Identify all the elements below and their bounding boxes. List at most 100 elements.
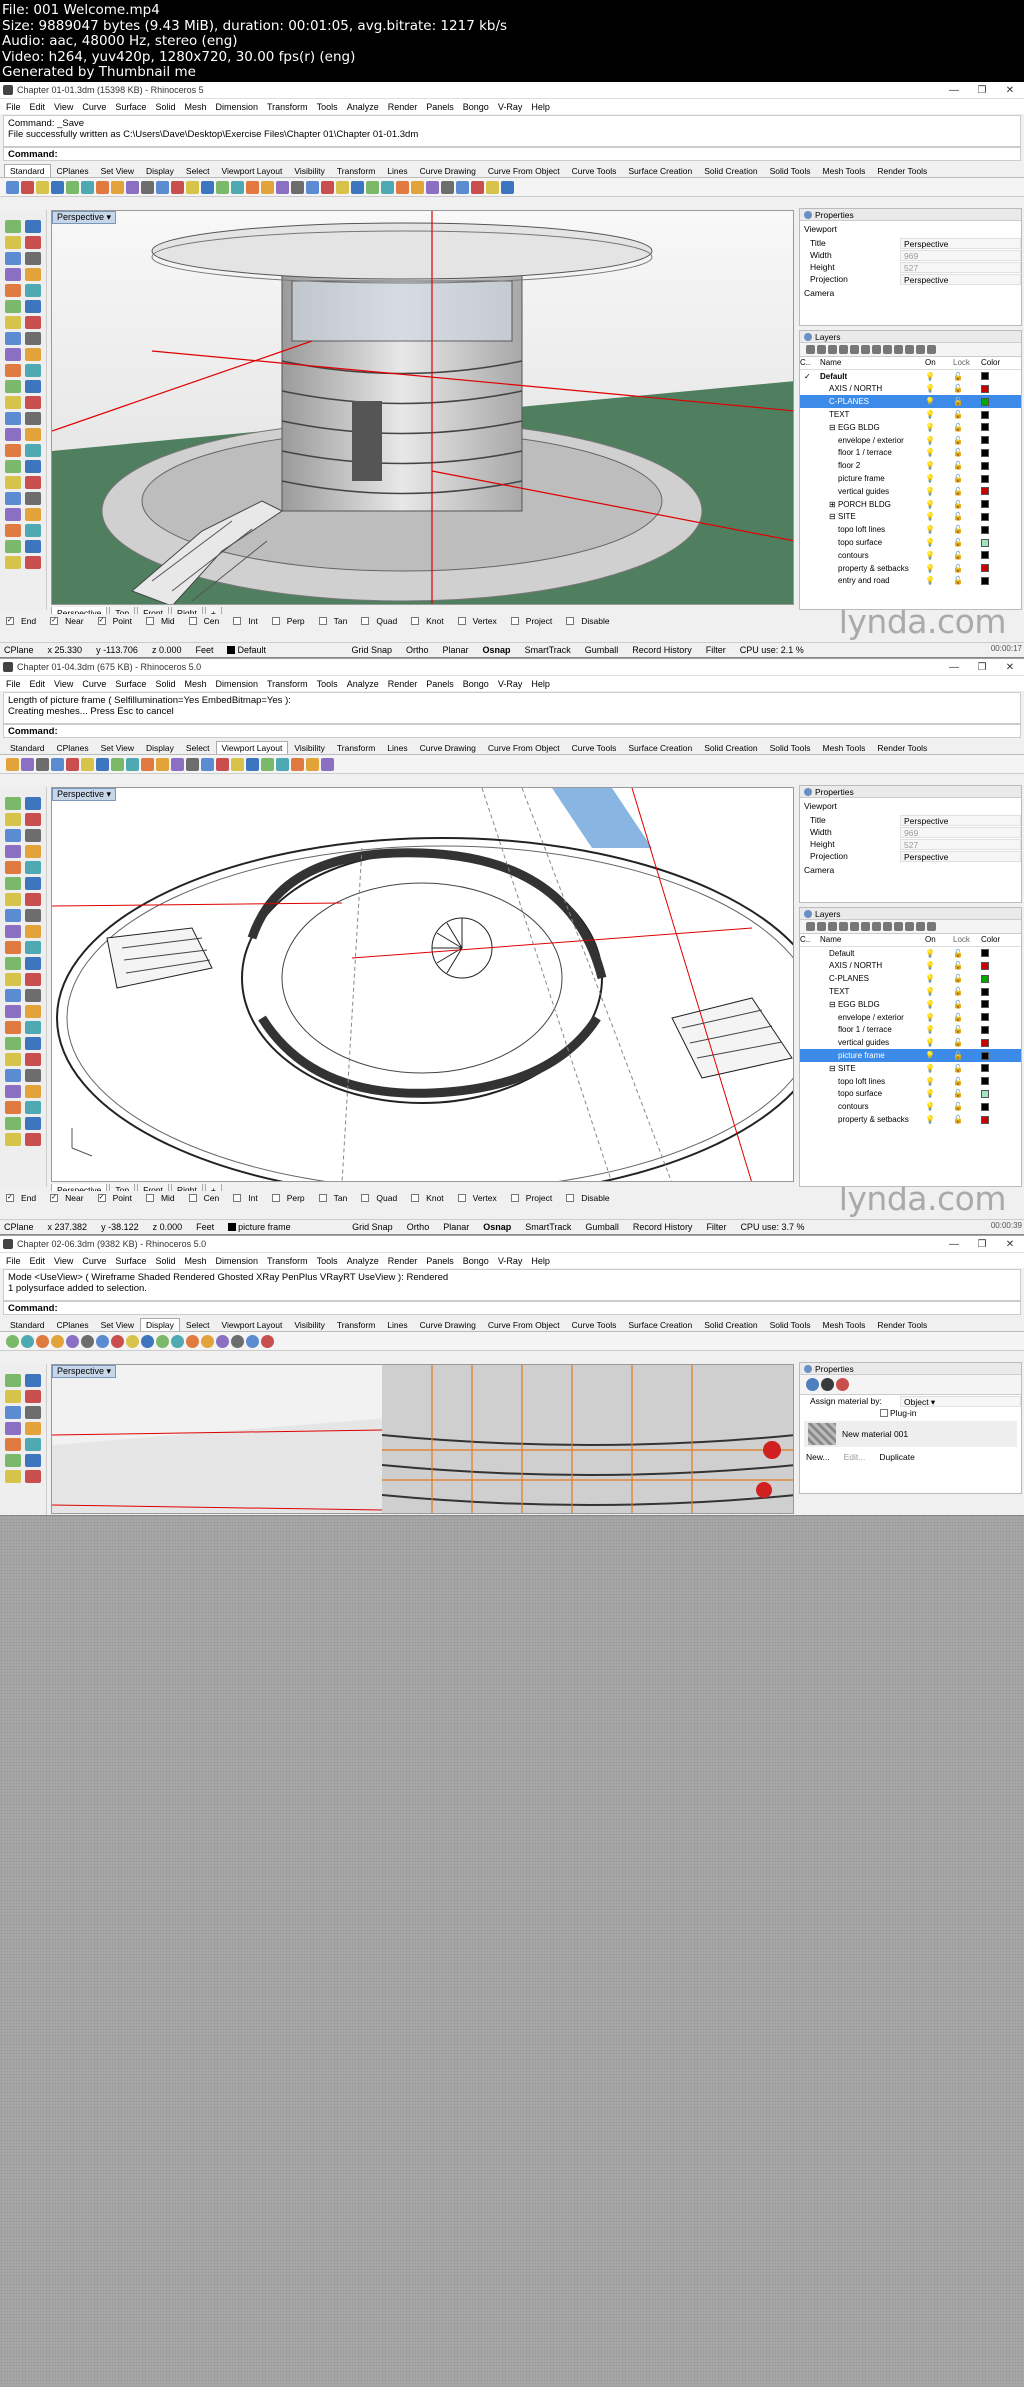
menu-item[interactable]: Dimension bbox=[215, 679, 258, 689]
tool-icon[interactable] bbox=[25, 1101, 41, 1114]
toolbar-tab[interactable]: Lines bbox=[381, 741, 413, 754]
toolbar-tab[interactable]: Standard bbox=[4, 1318, 51, 1331]
menu-item[interactable]: File bbox=[6, 679, 21, 689]
toolbar-tab[interactable]: Mesh Tools bbox=[817, 164, 872, 177]
viewport-label[interactable]: Perspective ▾ bbox=[52, 788, 117, 801]
expand-toggle[interactable]: ⊟ bbox=[829, 512, 838, 521]
tool-icon[interactable] bbox=[261, 1334, 274, 1348]
perspective-viewport[interactable]: Perspective ▾ bbox=[51, 210, 794, 605]
layer-row[interactable]: property & setbacks 💡 🔓 bbox=[800, 1113, 1021, 1126]
lock-icon[interactable]: 🔓 bbox=[953, 576, 981, 585]
tool-icon[interactable] bbox=[381, 180, 394, 194]
status-toggle[interactable]: Record History bbox=[633, 1222, 693, 1232]
tool-icon[interactable] bbox=[261, 180, 274, 194]
tool-icon[interactable] bbox=[25, 813, 41, 826]
layer-color-swatch[interactable] bbox=[981, 1013, 989, 1022]
tool-icon[interactable] bbox=[5, 1117, 21, 1130]
tool-icon[interactable] bbox=[471, 180, 484, 194]
menu-item[interactable]: Analyze bbox=[347, 679, 379, 689]
tool-icon[interactable] bbox=[5, 1021, 21, 1034]
checkbox[interactable] bbox=[361, 1194, 370, 1202]
status-toggle[interactable]: SmartTrack bbox=[525, 645, 571, 655]
property-value[interactable]: Perspective bbox=[900, 814, 1021, 826]
tool-icon[interactable] bbox=[5, 1470, 21, 1483]
layer-color-swatch[interactable] bbox=[981, 1102, 989, 1111]
tool-icon[interactable] bbox=[5, 893, 21, 906]
toolbar-tab[interactable]: Mesh Tools bbox=[817, 741, 872, 754]
layer-tool-icon[interactable] bbox=[883, 345, 892, 354]
menu-item[interactable]: Render bbox=[388, 1256, 418, 1266]
property-value[interactable]: 969 bbox=[900, 249, 1021, 261]
layer-row[interactable]: ⊟ EGG BLDG 💡 🔓 bbox=[800, 421, 1021, 434]
layer-color-swatch[interactable] bbox=[981, 512, 989, 521]
close-button[interactable]: ✕ bbox=[996, 662, 1024, 673]
toolbar-tab[interactable]: Set View bbox=[95, 1318, 140, 1331]
layer-row[interactable]: contours 💡 🔓 bbox=[800, 1100, 1021, 1113]
lightbulb-icon[interactable]: 💡 bbox=[925, 538, 953, 547]
toolbar-tab[interactable]: CPlanes bbox=[51, 1318, 95, 1331]
tool-icon[interactable] bbox=[5, 332, 21, 345]
command-line[interactable]: Command: bbox=[3, 1301, 1021, 1315]
layer-color-swatch[interactable] bbox=[981, 500, 989, 509]
tool-icon[interactable] bbox=[5, 829, 21, 842]
property-value[interactable]: Perspective bbox=[900, 850, 1021, 862]
menu-item[interactable]: Surface bbox=[115, 1256, 146, 1266]
tool-icon[interactable] bbox=[156, 1334, 169, 1348]
tool-icon[interactable] bbox=[216, 757, 229, 771]
layer-row[interactable]: ⊟ SITE 💡 🔓 bbox=[800, 511, 1021, 524]
lightbulb-icon[interactable]: 💡 bbox=[925, 576, 953, 585]
lock-icon[interactable]: 🔓 bbox=[953, 512, 981, 521]
tool-icon[interactable] bbox=[51, 180, 64, 194]
camera-section[interactable]: Camera bbox=[800, 862, 1021, 878]
perspective-viewport[interactable]: Perspective ▾ bbox=[51, 1364, 794, 1514]
checkbox[interactable]: ✓ bbox=[50, 617, 59, 625]
status-toggle[interactable]: Osnap bbox=[483, 645, 511, 655]
menu-item[interactable]: Render bbox=[388, 679, 418, 689]
tool-icon[interactable] bbox=[5, 845, 21, 858]
layer-tool-icon[interactable] bbox=[894, 345, 903, 354]
toolbar-tab[interactable]: Set View bbox=[95, 164, 140, 177]
tool-icon[interactable] bbox=[5, 1101, 21, 1114]
tool-icon[interactable] bbox=[36, 180, 49, 194]
lock-icon[interactable]: 🔓 bbox=[953, 410, 981, 419]
osnap-option[interactable]: Int bbox=[233, 1193, 264, 1203]
tool-icon[interactable] bbox=[96, 1334, 109, 1348]
status-toggle[interactable]: Gumball bbox=[585, 645, 619, 655]
menu-item[interactable]: File bbox=[6, 1256, 21, 1266]
tool-icon[interactable] bbox=[261, 757, 274, 771]
tool-icon[interactable] bbox=[25, 412, 41, 425]
tool-icon[interactable] bbox=[5, 1406, 21, 1419]
toolbar-tab[interactable]: Curve From Object bbox=[482, 1318, 566, 1331]
status-toggle[interactable]: Planar bbox=[443, 1222, 469, 1232]
osnap-option[interactable]: ✓ Near bbox=[50, 616, 90, 626]
tool-icon[interactable] bbox=[486, 180, 499, 194]
layer-color-swatch[interactable] bbox=[981, 448, 989, 457]
tool-icon[interactable] bbox=[21, 180, 34, 194]
checkbox[interactable] bbox=[145, 617, 154, 625]
tool-icon[interactable] bbox=[25, 877, 41, 890]
toolbar-tab[interactable]: Surface Creation bbox=[622, 1318, 698, 1331]
checkbox[interactable] bbox=[318, 617, 327, 625]
tool-icon[interactable] bbox=[336, 180, 349, 194]
osnap-option[interactable]: ✓ Point bbox=[97, 616, 139, 626]
toolbar-tab[interactable]: Solid Tools bbox=[764, 1318, 817, 1331]
toolbar-tab[interactable]: Solid Tools bbox=[764, 741, 817, 754]
layer-tool-icon[interactable] bbox=[839, 345, 848, 354]
checkbox[interactable] bbox=[233, 1194, 242, 1202]
tool-icon[interactable] bbox=[5, 1037, 21, 1050]
tool-icon[interactable] bbox=[5, 989, 21, 1002]
lightbulb-icon[interactable]: 💡 bbox=[925, 1064, 953, 1073]
tool-icon[interactable] bbox=[81, 1334, 94, 1348]
checkbox[interactable] bbox=[233, 617, 242, 625]
tool-icon[interactable] bbox=[5, 396, 21, 409]
lightbulb-icon[interactable]: 💡 bbox=[925, 487, 953, 496]
lightbulb-icon[interactable]: 💡 bbox=[925, 448, 953, 457]
tool-icon[interactable] bbox=[6, 757, 19, 771]
minimize-button[interactable]: — bbox=[940, 85, 968, 96]
tool-icon[interactable] bbox=[5, 492, 21, 505]
osnap-option[interactable]: Perp bbox=[271, 1193, 312, 1203]
toolbar-tab[interactable]: Curve From Object bbox=[482, 741, 566, 754]
lock-icon[interactable]: 🔓 bbox=[953, 461, 981, 470]
status-toggle[interactable]: Osnap bbox=[483, 1222, 511, 1232]
current-layer[interactable]: Default bbox=[227, 645, 337, 655]
